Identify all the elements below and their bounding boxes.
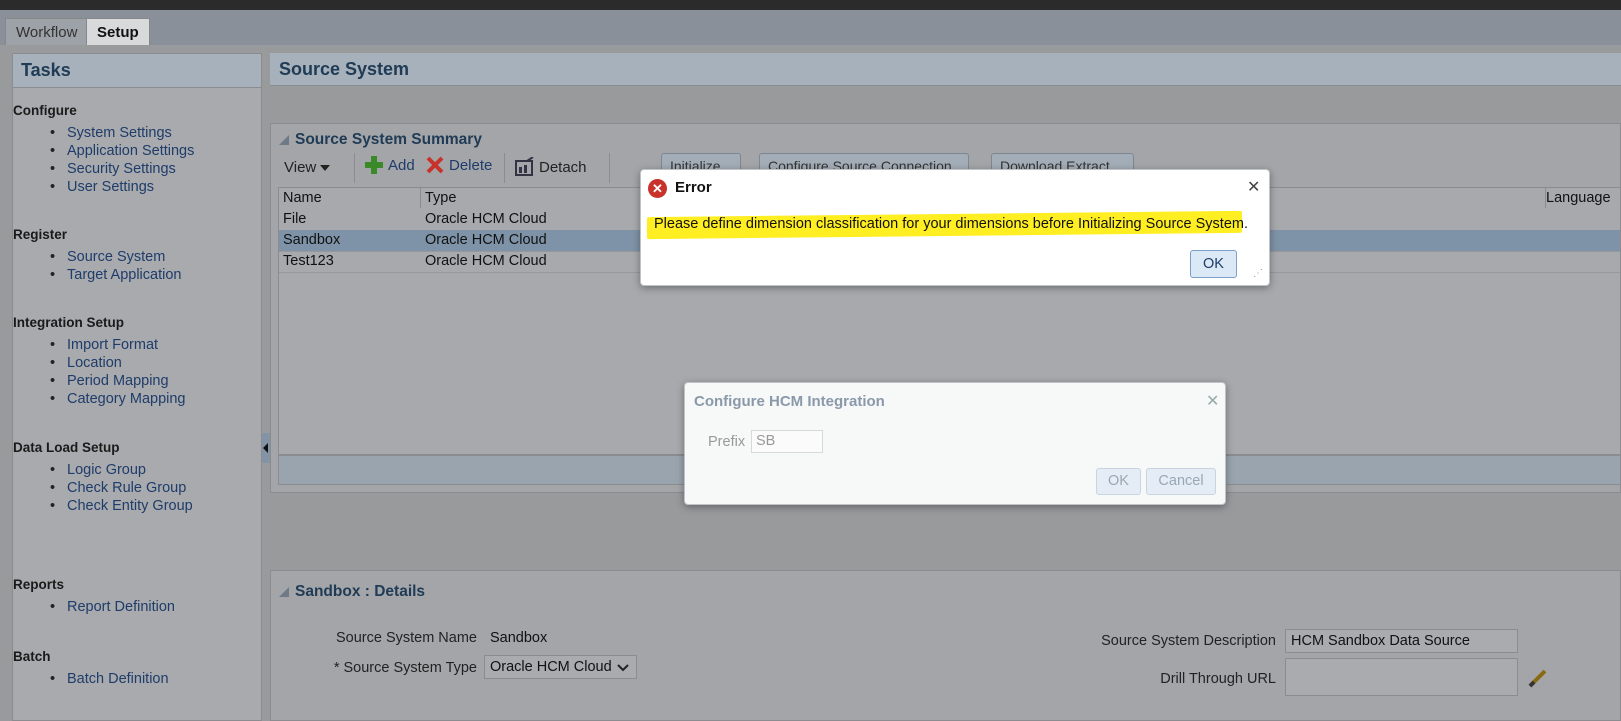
task-security-settings[interactable]: Security Settings <box>13 160 194 178</box>
hcm-cancel-button[interactable]: Cancel <box>1146 468 1216 495</box>
prefix-label: Prefix <box>708 434 746 450</box>
chevron-down-icon <box>320 164 331 171</box>
details-title[interactable]: Sandbox : Details <box>279 583 425 601</box>
cell-name: File <box>283 211 307 227</box>
dataload-list: Logic Group Check Rule Group Check Entit… <box>13 461 193 515</box>
detach-label: Detach <box>539 158 587 176</box>
section-reports-title: Reports <box>13 577 65 592</box>
prefix-input[interactable]: SB <box>751 430 823 453</box>
error-ok-button[interactable]: OK <box>1190 250 1237 278</box>
error-dialog: ✕ Error ✕ Please define dimension classi… <box>640 169 1270 286</box>
source-system-type-label: * Source System Type <box>333 660 477 676</box>
delete-x-icon <box>426 156 444 174</box>
task-target-application[interactable]: Target Application <box>13 266 181 284</box>
task-location[interactable]: Location <box>13 354 186 372</box>
plus-icon <box>365 156 383 174</box>
hcm-ok-button[interactable]: OK <box>1096 468 1141 495</box>
error-icon: ✕ <box>648 179 667 198</box>
tasks-panel: Tasks Configure System Settings Applicat… <box>12 53 262 721</box>
page-title: Source System <box>270 53 1621 86</box>
summary-title-text: Source System Summary <box>295 131 482 148</box>
error-message: Please define dimension classification f… <box>654 216 1248 232</box>
drill-through-url-input[interactable] <box>1285 658 1518 696</box>
toolbar-divider <box>504 153 505 183</box>
task-system-settings[interactable]: System Settings <box>13 124 194 142</box>
summary-title[interactable]: Source System Summary <box>279 131 482 149</box>
register-list: Source System Target Application <box>13 248 181 284</box>
collapse-pane-handle[interactable] <box>262 433 270 463</box>
section-configure-title: Configure <box>13 103 77 118</box>
column-header-language[interactable]: Language <box>1546 188 1621 208</box>
cell-type: Oracle HCM Cloud <box>425 253 547 269</box>
source-system-type-select[interactable]: Oracle HCM Cloud <box>484 655 637 679</box>
source-system-type-value: Oracle HCM Cloud <box>490 659 612 675</box>
cell-type: Oracle HCM Cloud <box>425 211 547 227</box>
collapse-triangle-icon <box>279 134 289 145</box>
task-report-definition[interactable]: Report Definition <box>13 598 175 616</box>
task-import-format[interactable]: Import Format <box>13 336 186 354</box>
section-register-title: Register <box>13 227 68 242</box>
column-header-name[interactable]: Name <box>279 188 421 208</box>
error-dialog-title: Error <box>675 179 712 196</box>
section-dataload-title: Data Load Setup <box>13 440 120 455</box>
detach-icon <box>515 157 534 176</box>
cell-name: Test123 <box>283 253 334 269</box>
source-system-description-input[interactable]: HCM Sandbox Data Source <box>1285 629 1518 653</box>
detach-button[interactable]: Detach <box>515 157 587 177</box>
close-icon[interactable]: ✕ <box>1247 177 1260 197</box>
task-user-settings[interactable]: User Settings <box>13 178 194 196</box>
drill-through-url-label: Drill Through URL <box>1160 671 1276 687</box>
reports-list: Report Definition <box>13 598 175 616</box>
task-category-mapping[interactable]: Category Mapping <box>13 390 186 408</box>
add-button[interactable]: Add <box>364 155 415 175</box>
tab-setup-label: Setup <box>97 24 139 41</box>
configure-list: System Settings Application Settings Sec… <box>13 124 194 196</box>
resize-grip-icon[interactable]: ⋰ <box>1253 268 1265 280</box>
integration-list: Import Format Location Period Mapping Ca… <box>13 336 186 408</box>
configure-hcm-dialog: Configure HCM Integration ✕ Prefix SB OK… <box>684 382 1226 505</box>
toolbar-divider <box>609 153 610 183</box>
view-label: View <box>284 159 317 176</box>
section-batch-title: Batch <box>13 649 51 664</box>
tab-strip <box>0 10 1621 46</box>
collapse-triangle-icon <box>279 586 289 597</box>
add-label: Add <box>388 156 415 174</box>
task-check-rule-group[interactable]: Check Rule Group <box>13 479 193 497</box>
task-check-entity-group[interactable]: Check Entity Group <box>13 497 193 515</box>
source-system-description-label: Source System Description <box>1101 633 1276 649</box>
source-system-name-value: Sandbox <box>490 630 548 646</box>
view-menu[interactable]: View <box>284 159 331 176</box>
section-integration-title: Integration Setup <box>13 315 124 330</box>
tab-setup[interactable]: Setup <box>86 18 150 45</box>
details-title-text: Sandbox : Details <box>295 583 426 600</box>
batch-list: Batch Definition <box>13 670 169 688</box>
close-icon[interactable]: ✕ <box>1206 391 1219 411</box>
task-logic-group[interactable]: Logic Group <box>13 461 193 479</box>
tab-workflow-label: Workflow <box>16 24 78 41</box>
tasks-title: Tasks <box>13 54 261 88</box>
source-system-name-label: Source System Name <box>335 630 477 646</box>
chevron-left-icon <box>263 443 268 453</box>
chevron-down-icon <box>617 664 629 672</box>
toolbar-divider <box>354 153 355 183</box>
pencil-edit-icon[interactable] <box>1526 666 1550 690</box>
cell-type: Oracle HCM Cloud <box>425 232 547 248</box>
task-period-mapping[interactable]: Period Mapping <box>13 372 186 390</box>
task-batch-definition[interactable]: Batch Definition <box>13 670 169 688</box>
task-application-settings[interactable]: Application Settings <box>13 142 194 160</box>
hcm-dialog-title: Configure HCM Integration <box>694 393 885 410</box>
window-top-bar <box>0 0 1621 10</box>
delete-button[interactable]: Delete <box>425 155 492 175</box>
task-source-system[interactable]: Source System <box>13 248 181 266</box>
details-panel: Sandbox : Details Source System Name San… <box>270 570 1621 721</box>
delete-label: Delete <box>449 156 493 174</box>
tab-workflow[interactable]: Workflow <box>5 18 89 45</box>
cell-name: Sandbox <box>283 232 341 248</box>
